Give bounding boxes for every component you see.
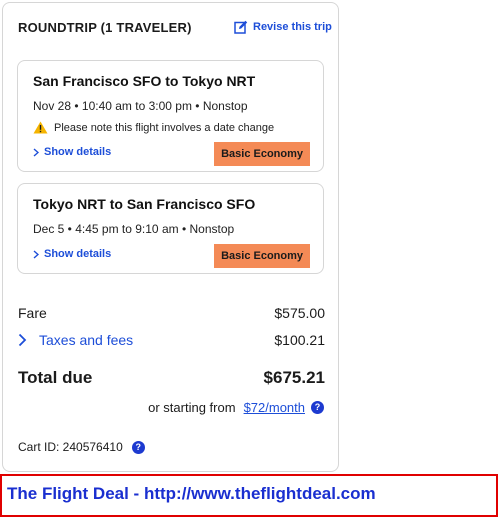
- monthly-prefix: or starting from: [148, 400, 236, 415]
- date-change-note-text: Please note this flight involves a date …: [54, 121, 275, 134]
- fare-label: Fare: [18, 305, 47, 321]
- chevron-right-icon: [33, 147, 39, 157]
- fare-class-badge: Basic Economy: [214, 244, 310, 268]
- segment-route: San Francisco SFO to Tokyo NRT: [33, 73, 256, 89]
- date-change-note: Please note this flight involves a date …: [33, 121, 274, 134]
- banner-text: The Flight Deal - http://www.theflightde…: [7, 484, 376, 503]
- total-label: Total due: [18, 368, 93, 387]
- segment-schedule: Nov 28 • 10:40 am to 3:00 pm • Nonstop: [33, 99, 248, 113]
- warning-icon: [33, 121, 48, 134]
- show-details-label: Show details: [44, 146, 112, 158]
- chevron-right-icon: [33, 249, 39, 259]
- segment-schedule: Dec 5 • 4:45 pm to 9:10 am • Nonstop: [33, 222, 235, 236]
- total-value: $675.21: [263, 368, 325, 387]
- show-details-link[interactable]: Show details: [33, 146, 111, 158]
- fare-row: Fare $575.00: [18, 305, 325, 321]
- return-flight-segment: Tokyo NRT to San Francisco SFO Dec 5 • 4…: [17, 183, 324, 274]
- cart-id: Cart ID: 240576410: [18, 440, 123, 454]
- revise-trip-label: Revise this trip: [253, 21, 332, 33]
- trip-summary-card: ROUNDTRIP (1 TRAVELER) Revise this trip …: [2, 2, 339, 472]
- monthly-payment-row: or starting from $72/month ?: [148, 400, 324, 415]
- show-details-link[interactable]: Show details: [33, 248, 111, 260]
- edit-icon: [234, 20, 248, 34]
- cart-id-row: Cart ID: 240576410 ?: [18, 440, 145, 454]
- watermark-banner: The Flight Deal - http://www.theflightde…: [0, 474, 498, 517]
- taxes-row: Taxes and fees $100.21: [18, 332, 325, 348]
- taxes-value: $100.21: [274, 332, 325, 348]
- chevron-right-icon: [18, 333, 27, 347]
- fare-class-badge: Basic Economy: [214, 142, 310, 166]
- question-icon[interactable]: ?: [311, 401, 324, 414]
- total-row: Total due $675.21: [18, 368, 325, 388]
- taxes-toggle[interactable]: Taxes and fees: [18, 332, 133, 348]
- revise-trip-link[interactable]: Revise this trip: [234, 20, 332, 34]
- segment-route: Tokyo NRT to San Francisco SFO: [33, 196, 256, 212]
- outbound-flight-segment: San Francisco SFO to Tokyo NRT Nov 28 • …: [17, 60, 324, 172]
- fare-value: $575.00: [274, 305, 325, 321]
- question-icon[interactable]: ?: [131, 440, 145, 454]
- show-details-label: Show details: [44, 248, 112, 260]
- monthly-payment-link[interactable]: $72/month: [244, 400, 305, 415]
- trip-type-title: ROUNDTRIP (1 TRAVELER): [18, 20, 192, 35]
- taxes-label: Taxes and fees: [39, 332, 134, 348]
